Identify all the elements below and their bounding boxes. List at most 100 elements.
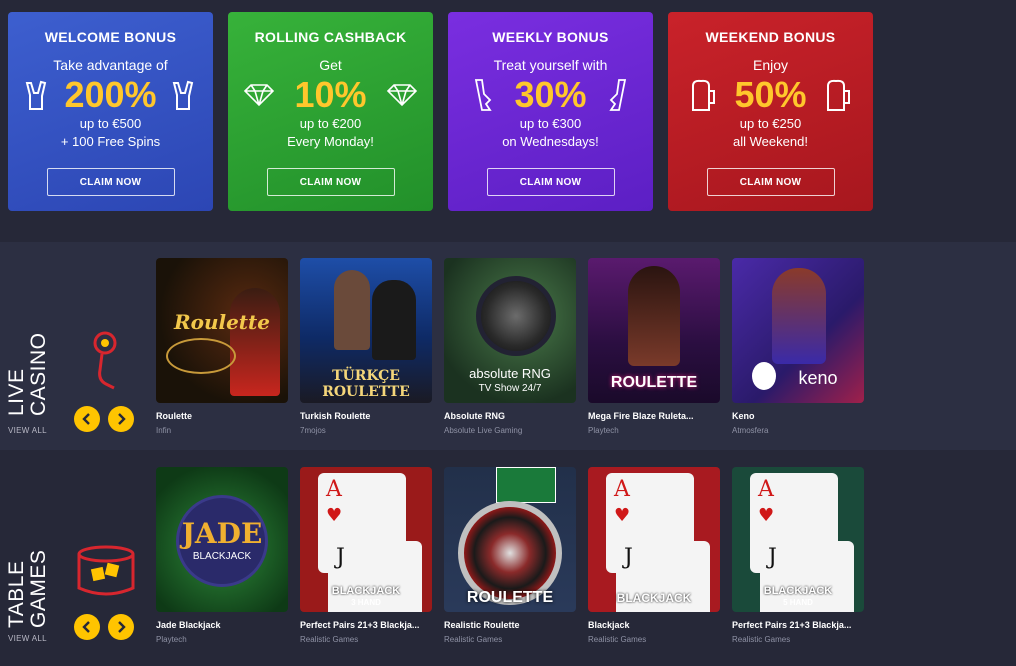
claim-now-button[interactable]: CLAIM NOW [46, 168, 175, 196]
pistol-icon [466, 78, 500, 112]
rock-hand-icon [167, 78, 201, 112]
prev-arrow-button[interactable] [74, 406, 100, 432]
live-casino-games: Roulette Roulette Infin TÜRKÇE ROULETTE … [156, 258, 864, 435]
chevron-right-icon [118, 621, 126, 633]
game-art-text: BLACKJACK [616, 591, 692, 605]
game-tile[interactable]: TÜRKÇE ROULETTE Turkish Roulette 7mojos [300, 258, 432, 435]
table-games-section: TABLE GAMES VIEW ALL JADE BLACKJACK Jade… [0, 452, 1016, 666]
game-thumbnail[interactable]: TÜRKÇE ROULETTE [300, 258, 432, 403]
game-title: Blackjack [588, 620, 630, 630]
prev-arrow-button[interactable] [74, 614, 100, 640]
game-provider: Realistic Games [588, 635, 647, 644]
game-title: Keno [732, 411, 755, 421]
bonus-detail: + 100 Free Spins [60, 134, 161, 149]
bonus-amount: up to €500 [79, 116, 142, 131]
dice-table-icon [76, 544, 136, 605]
game-art-text: JADE [181, 517, 263, 550]
game-thumbnail[interactable]: keno [732, 258, 864, 403]
beer-mug-icon [821, 78, 855, 112]
game-provider: Realistic Games [732, 635, 791, 644]
game-tile[interactable]: A ♥ J BLACKJACK 5 HAND Perfect Pairs 21+3… [732, 467, 864, 644]
bonus-title: ROLLING CASHBACK [254, 29, 407, 45]
game-title: Absolute RNG [444, 411, 506, 421]
game-tile[interactable]: Roulette Roulette Infin [156, 258, 288, 435]
cashback-bonus-card[interactable]: ROLLING CASHBACK Get 10% up to €200 Ever… [228, 12, 433, 211]
game-thumbnail[interactable]: ROULETTE [444, 467, 576, 612]
bonus-percent: 200% [64, 74, 157, 115]
game-thumbnail[interactable]: A ♥ J BLACKJACK 3 HAND [300, 467, 432, 612]
section-title-line1: TABLE [5, 560, 28, 628]
game-art-text: BLACKJACK [331, 585, 401, 597]
game-tile[interactable]: A ♥ J BLACKJACK 3 HAND Perfect Pairs 21+3… [300, 467, 432, 644]
section-title-line1: LIVE [5, 368, 28, 416]
game-title: Perfect Pairs 21+3 Blackja... [732, 620, 852, 630]
chevron-right-icon [118, 413, 126, 425]
game-title: Perfect Pairs 21+3 Blackja... [300, 620, 420, 630]
weekly-bonus-card[interactable]: WEEKLY BONUS Treat yourself with 30% up … [448, 12, 653, 211]
view-all-link[interactable]: VIEW ALL [8, 426, 47, 435]
welcome-bonus-card[interactable]: WELCOME BONUS Take advantage of 200% up … [8, 12, 213, 211]
weekend-bonus-card[interactable]: WEEKEND BONUS Enjoy 50% up to €250 all W… [668, 12, 873, 211]
view-all-link[interactable]: VIEW ALL [8, 634, 47, 643]
game-provider: Absolute Live Gaming [444, 426, 523, 435]
game-tile[interactable]: ROULETTE Realistic Roulette Realistic Ga… [444, 467, 576, 644]
game-thumbnail[interactable]: A ♥ J BLACKJACK 5 HAND [732, 467, 864, 612]
game-title: Turkish Roulette [300, 411, 371, 421]
game-title: Realistic Roulette [444, 620, 520, 630]
game-art-text: absolute RNG [469, 366, 551, 381]
game-tile[interactable]: JADE BLACKJACK Jade Blackjack Playtech [156, 467, 288, 644]
game-art-subtext: 3 HAND [351, 598, 381, 607]
beer-mug-icon [686, 78, 720, 112]
game-art-subtext: BLACKJACK [192, 551, 252, 562]
chevron-left-icon [82, 621, 90, 633]
section-title: LIVE CASINO [5, 332, 50, 416]
bonus-title: WEEKEND BONUS [705, 29, 836, 45]
table-games-list: JADE BLACKJACK Jade Blackjack Playtech A… [156, 467, 864, 644]
game-art-text: TÜRKÇE ROULETTE [322, 368, 410, 400]
bonus-amount: up to €200 [299, 116, 362, 131]
bonus-subtitle: Take advantage of [53, 57, 168, 73]
game-art-text: ROULETTE [610, 374, 698, 391]
bonus-row: WELCOME BONUS Take advantage of 200% up … [8, 12, 873, 211]
game-tile[interactable]: A ♥ J BLACKJACK Blackjack Realistic Games [588, 467, 720, 644]
next-arrow-button[interactable] [108, 406, 134, 432]
claim-now-button[interactable]: CLAIM NOW [266, 168, 395, 196]
game-provider: Realistic Games [444, 635, 503, 644]
bonus-detail: on Wednesdays! [502, 134, 599, 149]
bonus-amount: up to €300 [519, 116, 582, 131]
game-art-subtext: 5 HAND [783, 598, 813, 607]
section-title-line2: CASINO [27, 332, 50, 416]
game-title: Roulette [156, 411, 192, 421]
bonus-subtitle: Treat yourself with [493, 57, 608, 73]
claim-now-button[interactable]: CLAIM NOW [706, 168, 835, 196]
game-thumbnail[interactable]: Roulette [156, 258, 288, 403]
game-tile[interactable]: keno Keno Atmosfera [732, 258, 864, 435]
game-thumbnail[interactable]: absolute RNG TV Show 24/7 [444, 258, 576, 403]
game-thumbnail[interactable]: ROULETTE [588, 258, 720, 403]
game-tile[interactable]: absolute RNG TV Show 24/7 Absolute RNG A… [444, 258, 576, 435]
game-title: Mega Fire Blaze Ruleta... [588, 411, 694, 421]
game-art-text: ROULETTE [466, 589, 554, 606]
game-provider: 7mojos [300, 426, 326, 435]
bonus-detail: all Weekend! [733, 134, 808, 149]
game-art-text: keno [798, 368, 838, 388]
rock-hand-icon [20, 78, 54, 112]
bonus-percent: 30% [514, 74, 587, 115]
next-arrow-button[interactable] [108, 614, 134, 640]
chevron-left-icon [82, 413, 90, 425]
game-art-subtext: TV Show 24/7 [478, 383, 542, 394]
section-title: TABLE GAMES [5, 549, 50, 628]
game-provider: Realistic Games [300, 635, 359, 644]
game-provider: Atmosfera [732, 426, 769, 435]
claim-now-button[interactable]: CLAIM NOW [486, 168, 615, 196]
game-art-text: BLACKJACK [763, 585, 833, 597]
game-thumbnail[interactable]: JADE BLACKJACK [156, 467, 288, 612]
section-title-line2: GAMES [27, 549, 50, 628]
bonus-title: WELCOME BONUS [44, 29, 177, 45]
game-tile[interactable]: ROULETTE Mega Fire Blaze Ruleta... Playt… [588, 258, 720, 435]
pistol-icon [601, 78, 635, 112]
game-thumbnail[interactable]: A ♥ J BLACKJACK [588, 467, 720, 612]
diamond-icon [242, 78, 276, 112]
bonus-percent: 10% [294, 74, 367, 115]
game-art-text: Roulette [173, 310, 271, 334]
